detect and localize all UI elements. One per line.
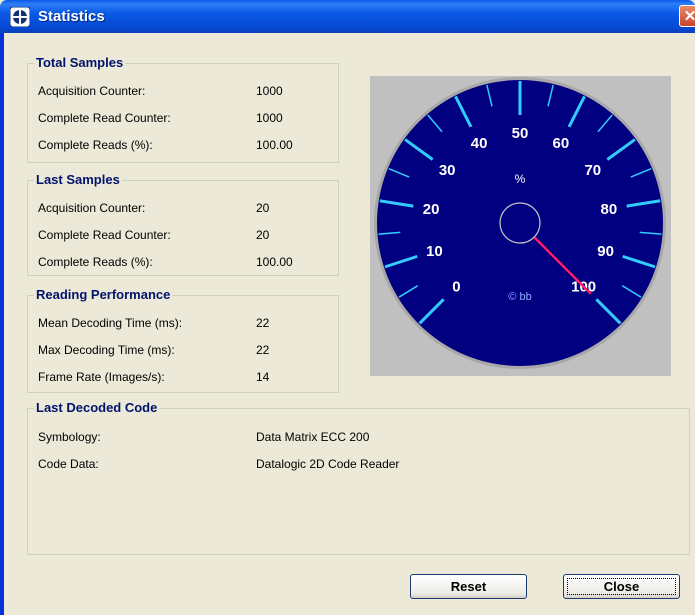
window-frame-left [0,33,4,615]
gauge-scale-label: 60 [553,135,570,152]
last-complete-read-counter-label: Complete Read Counter: [38,228,171,242]
total-acquisition-counter-value: 1000 [256,84,283,98]
mean-decoding-time-value: 22 [256,316,270,330]
gauge-scale-label: 40 [471,135,488,152]
gauge-scale-label: 30 [439,162,456,179]
total-samples-title: Total Samples [34,55,126,70]
last-acquisition-counter-value: 20 [256,201,270,215]
mean-decoding-time-label: Mean Decoding Time (ms): [38,316,183,330]
window-title: Statistics [38,8,105,25]
total-complete-read-counter-value: 1000 [256,111,283,125]
symbology-label: Symbology: [38,430,101,444]
frame-rate-value: 14 [256,370,270,384]
last-complete-read-counter-value: 20 [256,228,270,242]
gauge-scale-label: 90 [597,243,614,260]
percentage-gauge: 0102030405060708090100%© bb [374,77,666,369]
symbology-value: Data Matrix ECC 200 [256,430,370,444]
window-close-button[interactable]: ✕ [679,5,695,27]
max-decoding-time-value: 22 [256,343,270,357]
gauge-scale-label: 10 [426,243,443,260]
app-compass-icon [10,7,30,27]
last-complete-reads-pct-label: Complete Reads (%): [38,255,153,269]
close-button[interactable]: Close [563,574,680,599]
code-data-label: Code Data: [38,457,99,471]
title-bar[interactable]: Statistics ✕ [0,0,695,33]
gauge-scale-label: 0 [452,279,460,296]
last-samples-title: Last Samples [34,172,122,187]
total-complete-read-counter-label: Complete Read Counter: [38,111,171,125]
reset-button[interactable]: Reset [410,574,527,599]
last-decoded-code-title: Last Decoded Code [34,400,160,415]
total-complete-reads-pct-label: Complete Reads (%): [38,138,153,152]
code-data-value: Datalogic 2D Code Reader [256,457,400,471]
frame-rate-label: Frame Rate (Images/s): [38,370,165,384]
reset-button-label: Reset [450,579,487,594]
close-button-focus-rect [567,578,676,595]
last-acquisition-counter-label: Acquisition Counter: [38,201,146,215]
gauge-unit-label: % [515,172,526,186]
gauge-scale-label: 80 [601,201,618,218]
gauge-panel: 0102030405060708090100%© bb [370,76,671,376]
reading-performance-title: Reading Performance [34,287,173,302]
gauge-brand-label: © bb [508,291,531,303]
gauge-scale-label: 50 [512,125,529,142]
gauge-scale-label: 70 [584,162,601,179]
total-complete-reads-pct-value: 100.00 [256,138,293,152]
total-acquisition-counter-label: Acquisition Counter: [38,84,146,98]
gauge-scale-label: 20 [423,201,440,218]
last-complete-reads-pct-value: 100.00 [256,255,293,269]
max-decoding-time-label: Max Decoding Time (ms): [38,343,175,357]
